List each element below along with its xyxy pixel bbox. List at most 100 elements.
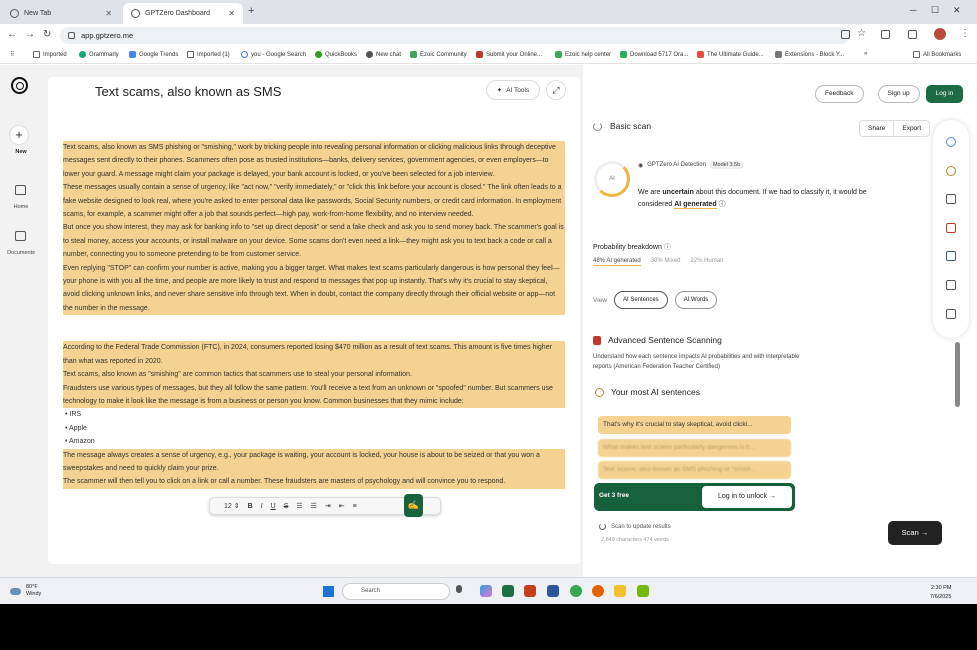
notes-icon[interactable] — [946, 309, 956, 319]
back-icon[interactable]: ← — [7, 29, 17, 40]
get-free-label: Get 3 free — [599, 492, 629, 499]
sign-up-button[interactable]: Sign up — [877, 85, 920, 103]
info-icon[interactable]: ⓘ — [664, 244, 671, 251]
system-clock[interactable]: 2:30 PM 7/6/2025 — [930, 584, 951, 602]
bookmark-ultimate-guide[interactable]: The Ultimate Guide... — [697, 51, 764, 58]
bookmark-quickbooks[interactable]: QuickBooks — [315, 51, 357, 58]
site-info-icon[interactable] — [68, 32, 75, 39]
minimize-icon[interactable]: ─ — [910, 5, 916, 15]
home-icon[interactable] — [15, 185, 26, 195]
bookmark-label: Ezoic help center — [565, 51, 612, 58]
bookmark-ezoic-help[interactable]: Ezoic help center — [555, 51, 611, 58]
info-icon[interactable]: ⓘ — [719, 201, 726, 208]
list-item: Amazon — [63, 435, 565, 448]
excel-icon[interactable] — [502, 585, 514, 597]
copilot-icon[interactable] — [480, 585, 492, 597]
tab-gptzero[interactable]: GPTZero Dashboard ✕ — [123, 3, 243, 24]
weather-widget[interactable]: 80°F Windy — [10, 584, 41, 598]
tab-new-tab[interactable]: New Tab ✕ — [2, 3, 120, 24]
align-icon[interactable]: ≡ — [353, 503, 357, 510]
log-in-to-unlock-button[interactable]: Log in to unlock → — [702, 486, 792, 508]
document-body[interactable]: Text scams, also known as SMS phishing o… — [63, 141, 565, 524]
install-app-icon[interactable] — [841, 30, 850, 39]
file-explorer-icon[interactable] — [614, 585, 626, 597]
bold-icon[interactable]: B — [248, 503, 253, 510]
firefox-icon[interactable] — [592, 585, 604, 597]
menu-dots-icon[interactable]: ⋮ — [960, 28, 970, 39]
bookmarks-bar: ⠿ Imported Grammarly Google Trends Impor… — [0, 46, 977, 64]
bookmark-grammarly[interactable]: Grammarly — [79, 51, 119, 58]
bookmark-google-trends[interactable]: Google Trends — [129, 51, 178, 58]
gptzero-logo-icon[interactable] — [11, 77, 28, 94]
your-ai-sentences-title: Your most AI sentences — [595, 387, 700, 397]
ai-sentences-button[interactable]: AI Sentences — [613, 291, 668, 309]
nvidia-icon[interactable] — [637, 585, 649, 597]
profile-avatar[interactable] — [934, 28, 946, 40]
document-title[interactable]: Text scams, also known as SMS — [95, 84, 281, 99]
maximize-icon[interactable]: ☐ — [931, 5, 939, 16]
ai-rewrite-icon[interactable]: ✍ — [404, 494, 423, 517]
close-window-icon[interactable]: ✕ — [953, 5, 961, 16]
font-size-select[interactable]: 12 ⇕ — [224, 502, 240, 510]
numbered-list-icon[interactable]: ☰ — [296, 502, 302, 510]
bookmark-ezoic-community[interactable]: Ezoic Community — [410, 51, 467, 58]
word-icon[interactable] — [547, 585, 559, 597]
plagiarism-icon[interactable] — [946, 223, 956, 233]
extensions-icon[interactable] — [881, 30, 890, 39]
bookmarks-overflow-icon[interactable]: » — [864, 51, 867, 57]
close-tab-icon[interactable]: ✕ — [105, 9, 112, 18]
new-tab-icon[interactable]: + — [248, 5, 254, 17]
edit-document-icon[interactable] — [946, 280, 956, 290]
windows-start-icon[interactable] — [323, 586, 334, 597]
forward-icon[interactable]: → — [25, 29, 35, 40]
ai-words-button[interactable]: AI Words — [674, 291, 718, 309]
address-bar[interactable]: app.gptzero.me — [60, 27, 850, 44]
feedback-button[interactable]: Feedback — [815, 85, 864, 103]
paragraph: Fraudsters use various types of messages… — [63, 381, 565, 409]
book-icon[interactable] — [946, 194, 956, 204]
home-label[interactable]: Home — [0, 204, 42, 210]
bookmark-download[interactable]: Download 5717 Ora... — [620, 51, 688, 58]
close-tab-icon[interactable]: ✕ — [228, 9, 235, 18]
bullet-list-icon[interactable]: ☰ — [311, 502, 317, 510]
export-button[interactable]: Export — [894, 120, 931, 137]
log-in-button[interactable]: Log in — [925, 85, 964, 103]
strikethrough-icon[interactable]: S — [284, 503, 289, 510]
bookmark-star-icon[interactable]: ☆ — [857, 28, 866, 39]
bookmark-extensions[interactable]: Extensions - Block Y... — [775, 51, 844, 58]
tab-title: New Tab — [24, 10, 52, 17]
document-icon[interactable] — [946, 251, 956, 261]
outdent-icon[interactable]: ⇤ — [339, 502, 345, 510]
underline-icon[interactable]: U — [271, 503, 276, 510]
italic-icon[interactable]: I — [261, 503, 263, 510]
bookmark-new-chat[interactable]: New chat — [366, 51, 401, 58]
refresh-icon — [599, 523, 606, 530]
panel-scrollbar[interactable] — [955, 342, 960, 407]
bookmark-imported[interactable]: Imported — [33, 51, 67, 58]
bookmark-imported-1[interactable]: Imported (1) — [187, 51, 230, 58]
chrome-taskbar-icon[interactable] — [570, 585, 582, 597]
documents-label[interactable]: Documents — [0, 250, 42, 256]
verdict-class: AI generated — [674, 200, 717, 209]
side-panel-icon[interactable] — [908, 30, 917, 39]
ai-sentence-item[interactable]: Text scams, also known as SMS phishing o… — [598, 461, 791, 479]
task-view-icon[interactable] — [456, 585, 462, 593]
scan-button[interactable]: Scan → — [888, 521, 942, 545]
all-bookmarks[interactable]: All Bookmarks — [913, 51, 961, 58]
expand-icon[interactable]: ⤢ — [546, 80, 566, 100]
indent-icon[interactable]: ⇥ — [325, 502, 331, 510]
documents-folder-icon[interactable] — [15, 231, 26, 241]
reload-icon[interactable]: ↻ — [43, 29, 51, 40]
bookmark-you-google-search[interactable]: you - Google Search — [241, 51, 306, 58]
taskbar-search[interactable]: Search — [342, 583, 450, 600]
scan-tool-icon[interactable] — [946, 137, 956, 147]
ai-sentence-item[interactable]: What makes text scams particularly dange… — [598, 439, 791, 457]
new-document-button[interactable]: + — [9, 125, 29, 145]
bookmark-submit-online[interactable]: Submit your Online... — [476, 51, 542, 58]
ai-tools-button[interactable]: ✦ AI Tools — [486, 80, 540, 100]
share-button[interactable]: Share — [859, 120, 895, 137]
powerpoint-icon[interactable] — [524, 585, 536, 597]
ai-sentence-item[interactable]: That's why it's crucial to stay skeptica… — [598, 416, 791, 434]
apps-grid-icon[interactable]: ⠿ — [10, 51, 14, 58]
writing-feedback-icon[interactable] — [946, 166, 956, 176]
